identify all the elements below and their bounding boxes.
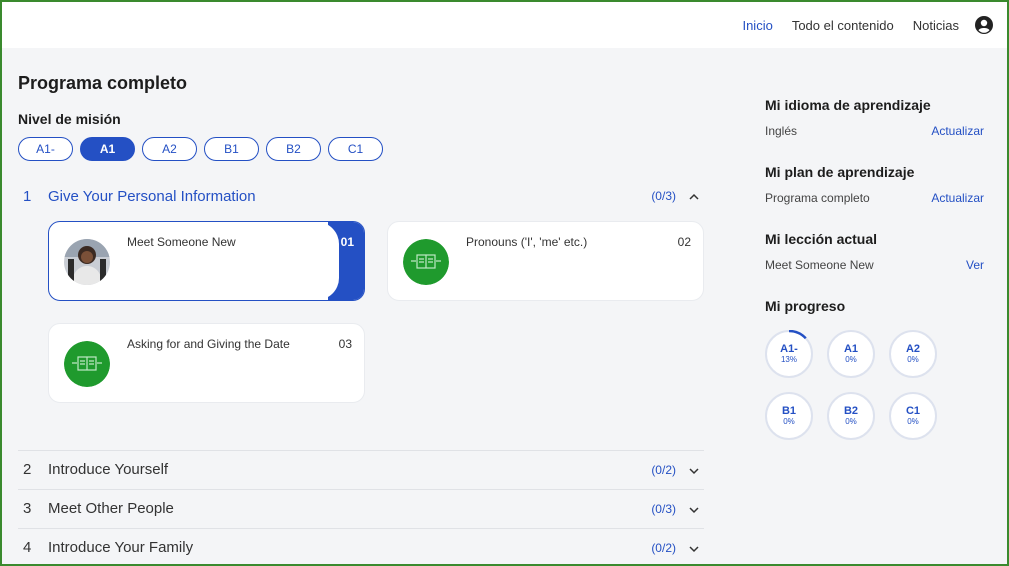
unit-number: 3 [23,500,32,517]
plan-row: Programa completo Actualizar [765,191,984,205]
language-row: Inglés Actualizar [765,124,984,138]
page-title: Programa completo [18,73,188,93]
language-update-link[interactable]: Actualizar [931,124,984,138]
current-lesson-row: Meet Someone New Ver [765,258,984,272]
progress-circle-a2: A2 0% [889,330,937,378]
progress-percent: 0% [907,417,919,426]
chevron-down-icon[interactable] [688,464,700,476]
lesson-title: Pronouns ('I', 'me' etc.) [466,235,588,249]
unit-title: Introduce Your Family [48,539,194,556]
progress-circle-b1: B1 0% [765,392,813,440]
level-pill-b1[interactable]: B1 [204,137,259,161]
main-content: Programa completo Nivel de misión A1- A1… [18,48,708,564]
nav-inicio[interactable]: Inicio [742,18,772,33]
lesson-number: 02 [677,235,691,249]
progress-circle-a1: A1 0% [827,330,875,378]
level-pill-a1[interactable]: A1 [80,137,135,161]
tab-curve [313,222,339,300]
unit-number: 1 [23,187,32,205]
chevron-up-icon[interactable] [688,190,700,202]
level-label: Nivel de misión [18,111,121,127]
nav-noticias[interactable]: Noticias [913,18,959,33]
chevron-down-icon[interactable] [688,503,700,515]
chevron-down-icon[interactable] [688,542,700,554]
progress-level: C1 [905,405,921,417]
language-heading: Mi idioma de aprendizaje [765,97,931,113]
unit-title: Introduce Yourself [48,461,169,478]
unit-1-header[interactable]: 1 Give Your Personal Information (0/3) [18,177,704,215]
progress-circle-b2: B2 0% [827,392,875,440]
plan-value: Programa completo [765,191,870,205]
level-pill-a1-minus[interactable]: A1- [18,137,73,161]
top-nav: Inicio Todo el contenido Noticias [2,2,1007,48]
progress-percent: 0% [845,355,857,364]
language-value: Inglés [765,124,798,138]
unit-progress-count: (0/3) [651,189,676,203]
lesson-thumbnail [64,341,110,387]
unit-progress-count: (0/3) [651,501,676,516]
progress-level: A2 [905,343,921,355]
lesson-title: Meet Someone New [127,235,236,249]
lesson-card-01[interactable]: Meet Someone New 01 [48,221,365,301]
plan-heading: Mi plan de aprendizaje [765,164,915,180]
lesson-thumbnail-photo [64,239,110,285]
nav-todo-el-contenido[interactable]: Todo el contenido [792,18,894,33]
progress-percent: 0% [783,417,795,426]
lesson-number: 03 [338,337,352,351]
level-pill-c1[interactable]: C1 [328,137,383,161]
unit-progress-count: (0/2) [651,540,676,555]
lesson-title: Asking for and Giving the Date [127,337,290,351]
progress-arc-stroke [788,330,807,340]
level-selector: A1- A1 A2 B1 B2 C1 [18,137,390,161]
unit-2-header[interactable]: 2 Introduce Yourself (0/2) [18,450,704,488]
unit-number: 2 [23,461,32,478]
progress-circle-a1-minus: A1- 13% [765,330,813,378]
progress-arc [788,330,807,340]
plan-update-link[interactable]: Actualizar [931,191,984,205]
progress-percent: 0% [845,417,857,426]
lesson-thumbnail [403,239,449,285]
unit-number: 4 [23,539,32,556]
level-pill-b2[interactable]: B2 [266,137,321,161]
lesson-card-03[interactable]: Asking for and Giving the Date 03 [48,323,365,403]
lesson-number: 01 [340,235,354,249]
progress-level: B1 [781,405,797,417]
level-pill-a2[interactable]: A2 [142,137,197,161]
unit-progress-count: (0/2) [651,462,676,477]
progress-circle-c1: C1 0% [889,392,937,440]
progress-level: A1 [843,343,859,355]
progress-heading: Mi progreso [765,298,846,314]
progress-percent: 0% [907,355,919,364]
progress-level: B2 [843,405,859,417]
unit-4-header[interactable]: 4 Introduce Your Family (0/2) [18,528,704,564]
unit-3-header[interactable]: 3 Meet Other People (0/3) [18,489,704,527]
current-lesson-view-link[interactable]: Ver [966,258,984,272]
app-frame: Inicio Todo el contenido Noticias Progra… [0,0,1009,566]
unit-title: Meet Other People [48,500,174,517]
unit-title: Give Your Personal Information [48,187,256,205]
current-lesson-value: Meet Someone New [765,258,874,272]
account-circle-icon[interactable] [975,16,993,34]
lesson-card-02[interactable]: Pronouns ('I', 'me' etc.) 02 [387,221,704,301]
current-lesson-heading: Mi lección actual [765,231,878,247]
progress-grid: A1- 13% A1 0% A2 0% B1 0% B2 0% C1 0% [765,330,945,442]
